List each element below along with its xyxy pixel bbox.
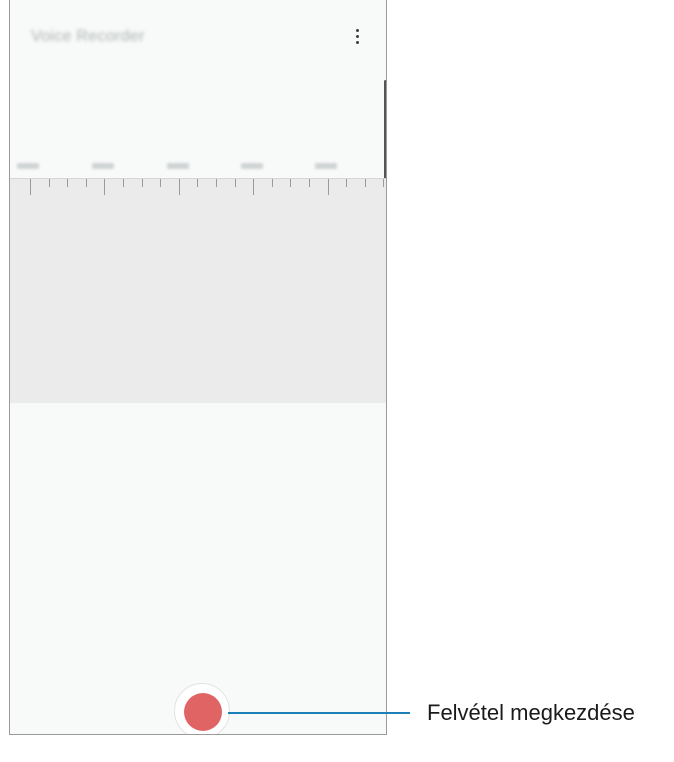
- ruler-tick: [234, 179, 236, 187]
- waveform-ruler: [10, 178, 386, 403]
- phone-screen: Voice Recorder: [9, 0, 387, 735]
- ruler-tick: [271, 179, 273, 187]
- ruler-tick: [253, 179, 255, 195]
- time-label: [92, 163, 114, 169]
- callout-label: Felvétel megkezdése: [427, 700, 635, 725]
- ruler-tick: [30, 179, 31, 195]
- ruler-tick: [67, 179, 69, 187]
- more-options-icon[interactable]: [346, 26, 368, 48]
- ruler-tick: [364, 179, 366, 187]
- ruler-tick: [346, 179, 348, 187]
- time-label: [315, 163, 337, 169]
- ruler-tick: [309, 179, 310, 187]
- ruler-tick: [197, 179, 199, 187]
- ruler-tick: [383, 179, 385, 187]
- app-title: Voice Recorder: [31, 28, 145, 45]
- ruler-tick: [160, 179, 162, 187]
- ruler-tick: [178, 179, 180, 195]
- time-label: [167, 163, 189, 169]
- ruler-tick: [48, 179, 50, 187]
- ruler-tick: [141, 179, 143, 187]
- ruler-tick: [104, 179, 106, 195]
- time-label: [17, 163, 39, 169]
- ruler-tick: [327, 179, 329, 195]
- callout-line: [228, 712, 410, 714]
- ruler-tick: [85, 179, 87, 187]
- ruler-tick: [290, 179, 292, 187]
- time-label: [241, 163, 263, 169]
- record-button[interactable]: [184, 693, 222, 731]
- ruler-tick: [216, 179, 217, 187]
- ruler-tick: [123, 179, 124, 187]
- record-button-ring: [174, 683, 230, 734]
